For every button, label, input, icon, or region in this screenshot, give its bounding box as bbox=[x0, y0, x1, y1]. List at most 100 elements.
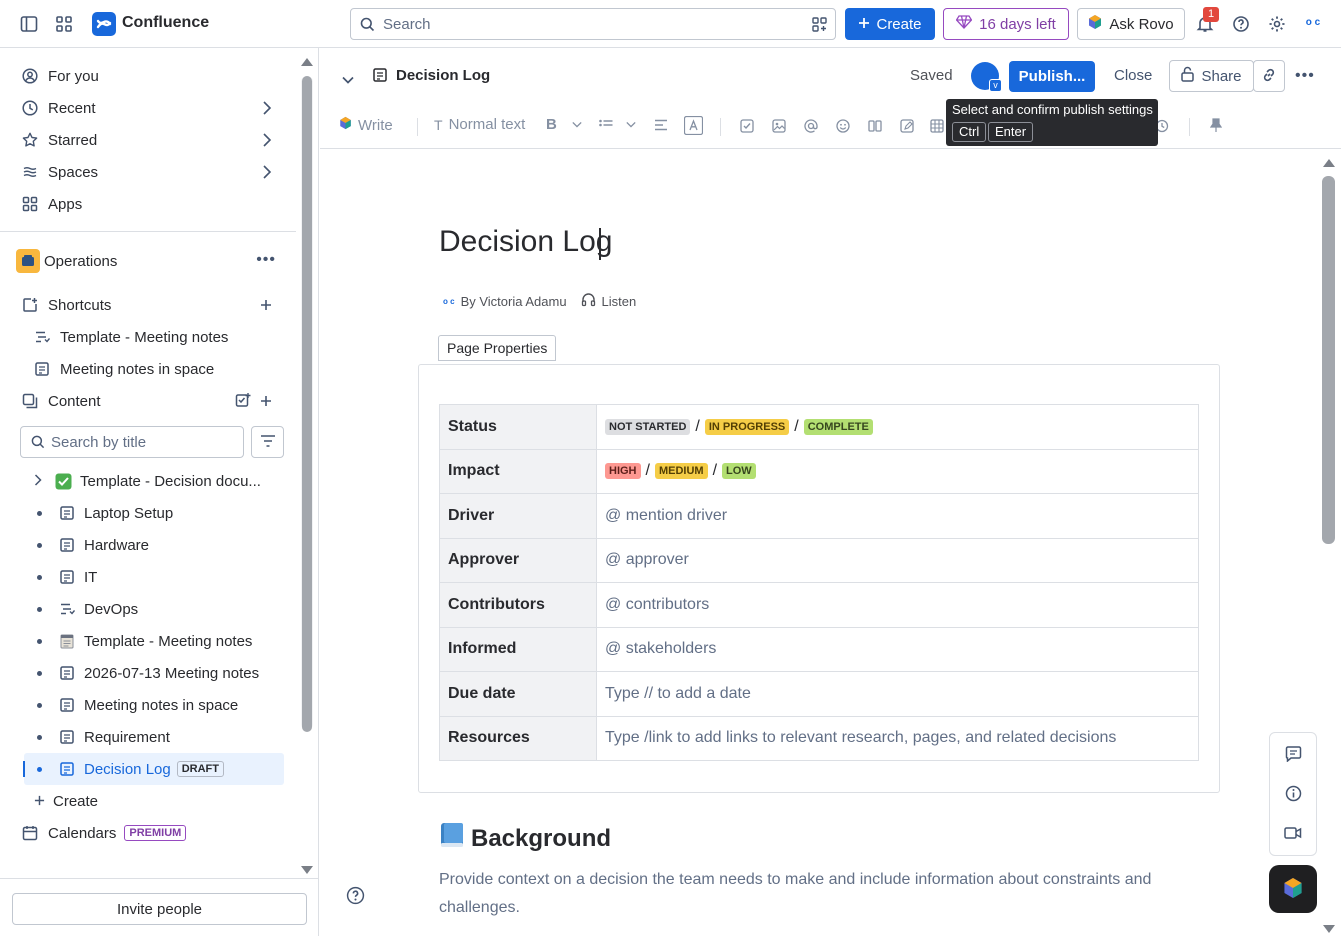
prop-value[interactable]: Type /link to add links to relevant rese… bbox=[596, 715, 1199, 761]
filter-icon[interactable] bbox=[812, 17, 827, 35]
chevron-down-icon[interactable] bbox=[626, 121, 636, 128]
prop-value[interactable]: @ approver bbox=[596, 537, 1199, 583]
page-properties-tab[interactable]: Page Properties bbox=[438, 335, 557, 361]
create-from-template-icon[interactable] bbox=[235, 392, 251, 412]
author-name[interactable]: By Victoria Adamu bbox=[461, 294, 567, 309]
copy-link-button[interactable] bbox=[1253, 60, 1285, 92]
sidebar-toggle-icon[interactable] bbox=[15, 10, 43, 38]
align-left-icon[interactable] bbox=[654, 119, 668, 131]
search-input[interactable]: Search bbox=[350, 8, 836, 40]
more-options-icon[interactable]: ••• bbox=[256, 251, 276, 269]
scroll-up-arrow-icon[interactable] bbox=[1322, 155, 1336, 171]
tree-item[interactable]: DevOps bbox=[24, 594, 284, 624]
sidebar-item-for-you[interactable]: For you bbox=[12, 60, 284, 92]
text-style-dropdown[interactable]: T Normal text bbox=[434, 116, 525, 133]
sidebar-item-apps[interactable]: Apps bbox=[12, 188, 284, 220]
page-breadcrumb-title[interactable]: Decision Log bbox=[396, 67, 490, 84]
text-color-icon[interactable] bbox=[684, 116, 703, 135]
sidebar-scrollbar-thumb[interactable] bbox=[302, 76, 312, 732]
help-icon[interactable] bbox=[346, 886, 365, 908]
settings-gear-icon[interactable] bbox=[1263, 10, 1291, 38]
pin-toolbar-icon[interactable] bbox=[1210, 118, 1222, 133]
tree-item[interactable]: Hardware bbox=[24, 530, 284, 560]
profile-avatar[interactable]: o c bbox=[1300, 12, 1326, 36]
search-icon bbox=[31, 435, 45, 452]
tree-item[interactable]: Requirement bbox=[24, 722, 284, 752]
mention-icon[interactable] bbox=[804, 119, 818, 133]
sidebar-item-starred[interactable]: Starred bbox=[12, 124, 284, 156]
impact-lozenge-low[interactable]: LOW bbox=[722, 463, 756, 480]
info-icon[interactable] bbox=[1285, 785, 1302, 805]
tree-item[interactable]: Laptop Setup bbox=[24, 498, 284, 528]
status-value-cell[interactable]: NOT STARTED / IN PROGRESS / COMPLETE bbox=[596, 404, 1199, 450]
impact-value-cell[interactable]: HIGH / MEDIUM / LOW bbox=[596, 448, 1199, 494]
sidebar-item-recent[interactable]: Recent bbox=[12, 92, 284, 124]
tree-item[interactable]: Template - Decision docu... bbox=[24, 466, 284, 496]
bold-icon[interactable]: B bbox=[546, 116, 557, 133]
more-actions-icon[interactable]: ••• bbox=[1295, 67, 1315, 85]
add-shortcut-icon[interactable] bbox=[260, 298, 272, 315]
shortcuts-header[interactable]: Shortcuts bbox=[12, 289, 284, 321]
write-tool[interactable]: Write bbox=[339, 116, 393, 134]
invite-people-button[interactable]: Invite people bbox=[12, 893, 307, 925]
tree-item[interactable]: Meeting notes in space bbox=[24, 690, 284, 720]
emoji-icon[interactable] bbox=[836, 119, 850, 133]
listen-button[interactable]: Listen bbox=[602, 294, 637, 309]
create-button[interactable]: Create bbox=[845, 8, 935, 40]
prop-value[interactable]: Type // to add a date bbox=[596, 671, 1199, 717]
trial-button[interactable]: 16 days left bbox=[943, 8, 1069, 40]
link-icon bbox=[1261, 67, 1277, 86]
page-title[interactable]: Decision Log bbox=[439, 225, 612, 259]
background-placeholder-text[interactable]: Provide context on a decision the team n… bbox=[439, 866, 1219, 922]
tree-item[interactable]: Template - Meeting notes bbox=[24, 626, 284, 656]
scroll-down-arrow-icon[interactable] bbox=[1322, 921, 1336, 936]
confluence-logo-icon[interactable] bbox=[92, 12, 116, 36]
action-item-icon[interactable] bbox=[740, 119, 754, 133]
image-icon[interactable] bbox=[772, 119, 786, 133]
sidebar-item-spaces[interactable]: Spaces bbox=[12, 156, 284, 188]
bullet-list-icon[interactable] bbox=[599, 119, 613, 131]
tree-item[interactable]: IT bbox=[24, 562, 284, 592]
prop-value[interactable]: @ mention driver bbox=[596, 493, 1199, 539]
close-button[interactable]: Close bbox=[1114, 67, 1152, 84]
ask-rovo-button[interactable]: Ask Rovo bbox=[1077, 8, 1185, 40]
content-icon bbox=[20, 391, 40, 411]
scroll-up-arrow-icon[interactable] bbox=[300, 54, 314, 70]
app-name[interactable]: Confluence bbox=[122, 14, 209, 32]
content-header[interactable]: Content bbox=[12, 385, 284, 417]
shortcut-item[interactable]: Meeting notes in space bbox=[24, 353, 284, 385]
chevron-down-icon[interactable] bbox=[342, 71, 354, 87]
share-button[interactable]: Share bbox=[1169, 60, 1254, 92]
table-icon[interactable] bbox=[930, 119, 944, 133]
shortcut-item[interactable]: Template - Meeting notes bbox=[24, 321, 284, 353]
prop-value[interactable]: @ contributors bbox=[596, 582, 1199, 628]
add-content-icon[interactable] bbox=[260, 394, 272, 411]
scroll-down-arrow-icon[interactable] bbox=[300, 862, 314, 878]
sidebar-item-calendars[interactable]: Calendars PREMIUM bbox=[12, 817, 284, 849]
filter-button[interactable] bbox=[251, 426, 284, 458]
status-lozenge-in-progress[interactable]: IN PROGRESS bbox=[704, 418, 790, 435]
space-header-operations[interactable]: Operations ••• bbox=[12, 245, 284, 277]
prop-value[interactable]: @ stakeholders bbox=[596, 626, 1199, 672]
impact-lozenge-medium[interactable]: MEDIUM bbox=[654, 463, 708, 480]
status-lozenge-not-started[interactable]: NOT STARTED bbox=[605, 418, 691, 435]
video-icon[interactable] bbox=[1284, 826, 1302, 843]
chevron-down-icon[interactable] bbox=[572, 121, 582, 128]
impact-lozenge-high[interactable]: HIGH bbox=[605, 463, 641, 480]
tree-item-selected[interactable]: Decision Log DRAFT bbox=[23, 753, 284, 785]
tree-item[interactable]: 2026-07-13 Meeting notes bbox=[24, 658, 284, 688]
rovo-chat-button[interactable] bbox=[1269, 865, 1317, 913]
background-heading[interactable]: Background bbox=[439, 821, 611, 856]
status-lozenge-complete[interactable]: COMPLETE bbox=[803, 418, 873, 435]
chevron-right-icon[interactable] bbox=[34, 473, 42, 490]
search-by-title-input[interactable]: Search by title bbox=[20, 426, 244, 458]
layout-icon[interactable] bbox=[868, 119, 882, 133]
publish-button[interactable]: Publish... bbox=[1009, 61, 1095, 92]
edit-area-icon[interactable] bbox=[900, 119, 914, 133]
help-icon[interactable] bbox=[1227, 10, 1255, 38]
headphones-icon bbox=[581, 292, 596, 310]
app-switcher-icon[interactable] bbox=[50, 10, 78, 38]
comment-icon[interactable] bbox=[1285, 746, 1302, 765]
main-scrollbar-thumb[interactable] bbox=[1322, 176, 1335, 544]
create-page-button[interactable]: Create bbox=[24, 785, 284, 817]
